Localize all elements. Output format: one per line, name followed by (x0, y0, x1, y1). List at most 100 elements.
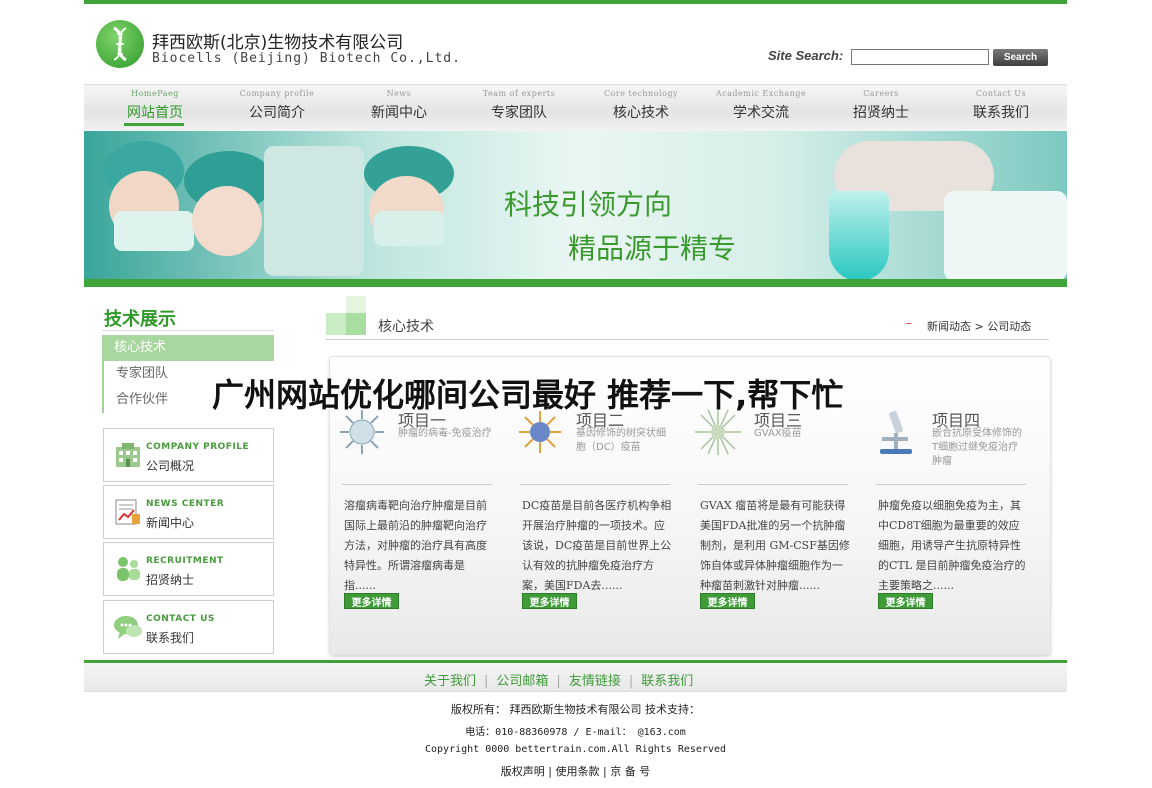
company-name-en: Biocells (Beijing) Biotech Co.,Ltd. (152, 51, 461, 66)
company-profile-box[interactable]: COMPANY PROFILE 公司概况 (103, 428, 274, 482)
more-details-button[interactable]: 更多详情 (522, 593, 577, 609)
section-title: 核心技术 (378, 319, 434, 335)
recruitment-box[interactable]: RECRUITMENT 招贤纳士 (103, 542, 274, 596)
chevron-right-icon: > (974, 320, 988, 333)
sidebar-item-core-tech[interactable]: 核心技术 (102, 335, 274, 361)
box-en-label: NEWS CENTER (146, 499, 225, 509)
nav-en-label: HomePaeg (131, 89, 179, 98)
hero-banner: 科技引领方向 精品源于精专 (84, 131, 1067, 281)
nav-cn-label: 专家团队 (491, 105, 547, 121)
footer-link-about[interactable]: 关于我们 (424, 674, 476, 689)
project-description: 溶瘤病毒靶向治疗肿瘤是目前国际上最前沿的肿瘤靶向治疗方法，对肿瘤的治疗具有高度特… (344, 499, 487, 592)
footer-link-mailbox[interactable]: 公司邮箱 (496, 674, 548, 689)
search-label: Site Search: (768, 48, 844, 63)
nav-en-label: Academic Exchange (715, 89, 807, 98)
box-en-label: CONTACT US (146, 614, 215, 624)
surgeon-mask-shape (374, 211, 444, 246)
project-description: 肿瘤免疫以细胞免疫为主，其中CD8T细胞为最重要的效应细胞，用诱导产生抗原特异性… (878, 499, 1026, 592)
banner-slogan-2: 精品源于精专 (568, 232, 737, 265)
news-center-box[interactable]: NEWS CENTER 新闻中心 (103, 485, 274, 539)
nav-en-label: News (386, 89, 412, 98)
footer-link-contact[interactable]: 联系我们 (641, 674, 693, 689)
footer-link-friends[interactable]: 友情链接 (569, 674, 621, 689)
project-divider (698, 484, 848, 485)
nav-cn-label: 新闻中心 (371, 105, 427, 121)
footer-copyright-owner: 版权所有： 拜西欧斯生物技术有限公司 技术支持： (451, 703, 700, 716)
dna-logo-icon[interactable] (96, 20, 144, 68)
box-cn-label: 招贤纳士 (146, 573, 195, 587)
flask-shape (829, 191, 889, 281)
banner-slogan-1: 科技引领方向 (504, 188, 673, 221)
box-cn-label: 公司概况 (146, 459, 195, 473)
top-accent-bar (84, 0, 1067, 4)
surgeon-mask-shape (114, 211, 194, 251)
project-description: GVAX 瘤苗将是最有可能获得美国FDA批准的另一个抗肿瘤制剂，是利用 GM-C… (700, 499, 850, 592)
section-divider (326, 339, 1049, 340)
nav-item-news[interactable]: News 新闻中心 (344, 89, 454, 122)
footer-links: 关于我们 | 公司邮箱 | 友情链接 | 联系我们 (424, 670, 693, 689)
nav-item-core-technology[interactable]: Core technology 核心技术 (586, 89, 696, 122)
box-en-label: COMPANY PROFILE (146, 442, 250, 452)
nav-en-label: Company profile (239, 89, 315, 98)
banner-bottom-bar (84, 279, 1067, 287)
project-divider (342, 484, 492, 485)
breadcrumb: 新闻动态 > 公司动态 (927, 318, 1031, 334)
footer-separator: | (556, 674, 561, 689)
surgeon-face-shape (192, 186, 262, 256)
sidebar-title: 技术展示 (104, 309, 176, 330)
contact-us-box[interactable]: CONTACT US 联系我们 (103, 600, 274, 654)
nav-en-label: Core technology (603, 89, 679, 98)
project-divider (520, 484, 670, 485)
news-chart-icon (115, 499, 140, 525)
overlay-headline: 广州网站优化哪间公司最好 推荐一下,帮下忙 (212, 376, 844, 414)
footer-contact-info: 电话：010-88360978 / E-mail： @163.com (465, 727, 686, 738)
nav-item-contact[interactable]: Contact Us 联系我们 (946, 89, 1056, 122)
nav-en-label: Careers (863, 89, 899, 98)
operating-room-shape (264, 146, 364, 276)
title-decoration (346, 313, 366, 335)
project-description: DC疫苗是目前各医疗机构争相开展治疗肿瘤的一项技术。应该说，DC疫苗是目前世界上… (522, 499, 672, 592)
project-divider (876, 484, 1026, 485)
project-subtitle: 嵌合抗原受体修饰的T细胞过继免疫治疗肿瘤 (932, 428, 1022, 467)
nav-cn-label: 网站首页 (127, 105, 183, 121)
nav-cn-label: 学术交流 (733, 105, 789, 121)
nav-cn-label: 招贤纳士 (853, 105, 909, 121)
project-subtitle: 基因修饰的树突状细胞（DC）疫苗 (576, 428, 666, 453)
box-cn-label: 新闻中心 (146, 516, 195, 530)
people-icon (117, 557, 140, 581)
nav-item-company-profile[interactable]: Company profile 公司简介 (222, 89, 332, 122)
footer-copyright-notice: Copyright 0000 bettertrain.com.All Right… (424, 744, 727, 755)
chat-bubble-icon (114, 616, 142, 639)
breadcrumb-item-news[interactable]: 新闻动态 (927, 320, 971, 333)
company-name-cn: 拜西欧斯(北京)生物技术有限公司 (152, 33, 404, 53)
more-details-button[interactable]: 更多详情 (878, 593, 933, 609)
nav-en-label: Team of experts (482, 89, 556, 98)
lab-coat-shape (944, 191, 1067, 281)
nav-en-label: Contact Us (975, 89, 1027, 98)
search-input[interactable] (851, 49, 989, 65)
main-nav: HomePaeg 网站首页 Company profile 公司简介 News … (84, 84, 1067, 132)
nav-item-home[interactable]: HomePaeg 网站首页 (100, 89, 210, 122)
nav-cn-label: 公司简介 (249, 105, 305, 121)
nav-active-indicator (124, 123, 184, 126)
building-icon (116, 443, 140, 467)
microscope-icon (880, 410, 912, 454)
nav-cn-label: 联系我们 (973, 105, 1029, 121)
more-details-button[interactable]: 更多详情 (700, 593, 755, 609)
nav-item-experts[interactable]: Team of experts 专家团队 (464, 89, 574, 122)
footer-separator: | (484, 674, 489, 689)
nav-item-academic[interactable]: Academic Exchange 学术交流 (706, 89, 816, 122)
nav-item-careers[interactable]: Careers 招贤纳士 (826, 89, 936, 122)
breadcrumb-dash-icon: – (906, 316, 912, 330)
box-en-label: RECRUITMENT (146, 556, 224, 566)
footer-legal-links: 版权声明 | 使用条款 | 京 备 号 (500, 765, 651, 778)
more-details-button[interactable]: 更多详情 (344, 593, 399, 609)
footer-separator: | (628, 674, 634, 689)
title-decoration (346, 296, 366, 313)
project-subtitle: GVAX疫苗 (754, 428, 802, 439)
search-button[interactable]: Search (993, 49, 1048, 66)
box-cn-label: 联系我们 (146, 631, 195, 645)
sidebar-divider (102, 330, 274, 331)
breadcrumb-item-company-news[interactable]: 公司动态 (987, 320, 1031, 333)
nav-cn-label: 核心技术 (613, 105, 669, 121)
